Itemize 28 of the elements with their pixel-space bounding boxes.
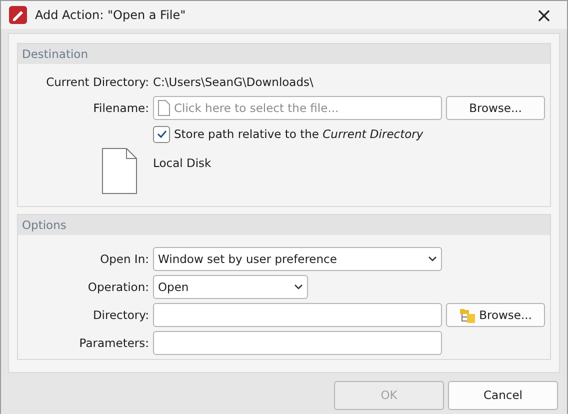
- field-label: Directory:: [92, 308, 149, 322]
- checkbox[interactable]: [153, 126, 170, 142]
- directory-path: C:\Users\SeanG\Downloads\: [153, 75, 314, 89]
- file-icon: [158, 100, 170, 116]
- group-header: Destination: [18, 44, 550, 64]
- file-location: Local Disk: [153, 155, 212, 170]
- dialog-button[interactable]: Cancel: [448, 380, 558, 410]
- field-label: Filename:: [92, 101, 149, 115]
- field-label: Current Directory:: [45, 75, 149, 89]
- text-field[interactable]: [153, 331, 442, 355]
- check-icon: [156, 130, 166, 138]
- group-header: Options: [18, 215, 550, 235]
- field-label: Operation:: [86, 280, 149, 294]
- chevron-down-icon: [428, 256, 437, 262]
- window-title: Add Action: "Open a File": [35, 8, 187, 22]
- chevron-down-icon: [294, 284, 303, 290]
- file-icon: [102, 148, 137, 194]
- dropdown[interactable]: Window set by user preference: [153, 247, 442, 271]
- dropdown[interactable]: Open: [153, 275, 308, 299]
- checkbox-label: Store path relative to the Current Directory: [174, 127, 424, 141]
- field-label: Open In:: [99, 252, 149, 266]
- browse-button[interactable]: Browse...: [446, 96, 545, 120]
- folders-icon: [459, 308, 476, 322]
- browse-button[interactable]: Browse...: [446, 303, 545, 327]
- app-logo-icon: [9, 6, 27, 24]
- text-field[interactable]: [153, 303, 442, 327]
- field-label: Parameters:: [78, 336, 149, 350]
- close-button[interactable]: ×: [529, 1, 559, 29]
